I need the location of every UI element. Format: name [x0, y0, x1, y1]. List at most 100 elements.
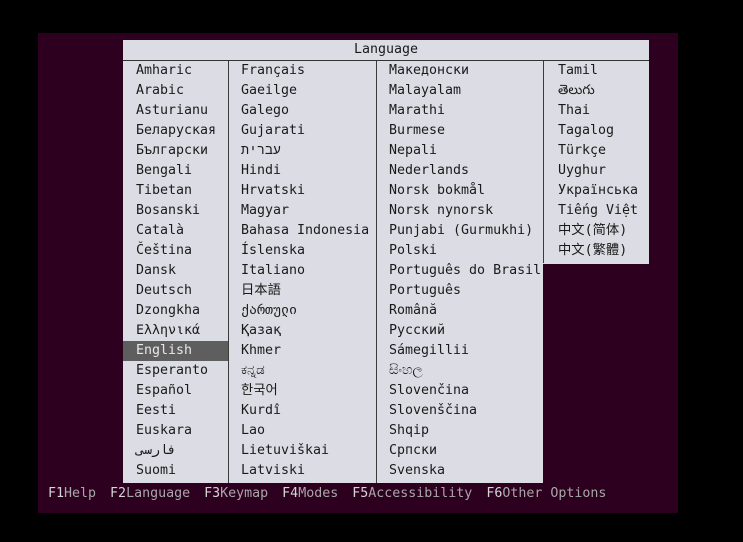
fkey-f3[interactable]: F3 Keymap: [204, 486, 268, 502]
language-option[interactable]: Punjabi (Gurmukhi): [376, 221, 543, 241]
fkey-label: F1: [48, 486, 65, 501]
language-option[interactable]: Gaeilge: [228, 81, 376, 101]
language-option[interactable]: Slovenščina: [376, 401, 543, 421]
language-option[interactable]: Lao: [228, 421, 376, 441]
language-option[interactable]: Galego: [228, 101, 376, 121]
language-option[interactable]: Uyghur: [543, 161, 649, 181]
fkey-action: Keymap: [220, 486, 269, 501]
language-option[interactable]: Arabic: [123, 81, 228, 101]
fkey-action: Help: [64, 486, 97, 501]
language-option[interactable]: Français: [228, 61, 376, 81]
language-option[interactable]: Hrvatski: [228, 181, 376, 201]
language-option[interactable]: Lietuviškai: [228, 441, 376, 461]
language-option[interactable]: Српски: [376, 441, 543, 461]
fkey-f5[interactable]: F5 Accessibility: [352, 486, 472, 502]
language-option[interactable]: ಕನ್ನಡ: [228, 361, 376, 381]
fkey-label: F2: [110, 486, 127, 501]
language-option[interactable]: Magyar: [228, 201, 376, 221]
language-option[interactable]: Hindi: [228, 161, 376, 181]
language-option[interactable]: Nepali: [376, 141, 543, 161]
language-option[interactable]: Norsk nynorsk: [376, 201, 543, 221]
language-option[interactable]: Kurdî: [228, 401, 376, 421]
language-option[interactable]: Українська: [543, 181, 649, 201]
language-option[interactable]: Dzongkha: [123, 301, 228, 321]
language-option[interactable]: Deutsch: [123, 281, 228, 301]
language-column-3: Македонски Malayalam Marathi Burmese Nepali N…: [376, 61, 543, 483]
language-option[interactable]: Esperanto: [123, 361, 228, 381]
language-option[interactable]: Македонски: [376, 61, 543, 81]
language-option[interactable]: Ελληνικά: [123, 321, 228, 341]
language-option[interactable]: Euskara: [123, 421, 228, 441]
fkey-f1[interactable]: F1 Help: [48, 486, 96, 502]
language-option[interactable]: Italiano: [228, 261, 376, 281]
language-column-4: Tamil తెలుగు Thai Tagalog Türkçe Uyghur Україн…: [543, 61, 649, 264]
language-option[interactable]: Marathi: [376, 101, 543, 121]
language-option[interactable]: Slovenčina: [376, 381, 543, 401]
language-option[interactable]: فارسی: [123, 441, 228, 461]
language-option[interactable]: Svenska: [376, 461, 543, 481]
language-option[interactable]: Türkçe: [543, 141, 649, 161]
fkey-action: Language: [126, 486, 191, 501]
empty-area: [543, 264, 649, 483]
language-option[interactable]: Nederlands: [376, 161, 543, 181]
language-option[interactable]: Malayalam: [376, 81, 543, 101]
dialog-title: Language: [353, 42, 419, 57]
language-option[interactable]: Amharic: [123, 61, 228, 81]
language-option[interactable]: 中文(繁體): [543, 241, 649, 261]
fkey-f6[interactable]: F6 Other Options: [486, 486, 606, 502]
language-option[interactable]: Asturianu: [123, 101, 228, 121]
language-option[interactable]: עברית: [228, 141, 376, 161]
language-option[interactable]: Íslenska: [228, 241, 376, 261]
language-option[interactable]: Català: [123, 221, 228, 241]
language-option[interactable]: Burmese: [376, 121, 543, 141]
language-option[interactable]: Tamil: [543, 61, 649, 81]
language-option[interactable]: Shqip: [376, 421, 543, 441]
language-option[interactable]: 中文(简体): [543, 221, 649, 241]
language-option[interactable]: Polski: [376, 241, 543, 261]
fkey-action: Accessibility: [368, 486, 473, 501]
language-option[interactable]: Eesti: [123, 401, 228, 421]
language-option[interactable]: Español: [123, 381, 228, 401]
boot-screen: Language Amharic Arabic Asturianu Беларуска…: [38, 33, 678, 513]
language-option[interactable]: Қазақ: [228, 321, 376, 341]
fkey-f2[interactable]: F2 Language: [110, 486, 190, 502]
function-key-bar: F1 Help F2 Language F3 Keymap F4 Modes F5 Ac…: [48, 486, 620, 502]
language-option[interactable]: Sámegillii: [376, 341, 543, 361]
language-option[interactable]: Khmer: [228, 341, 376, 361]
language-option[interactable]: Latviski: [228, 461, 376, 481]
language-option[interactable]: Čeština: [123, 241, 228, 261]
language-option[interactable]: 한국어: [228, 381, 376, 401]
language-option[interactable]: Tibetan: [123, 181, 228, 201]
language-option[interactable]: Беларуская: [123, 121, 228, 141]
language-option[interactable]: සිංහල: [376, 361, 543, 381]
fkey-label: F6: [486, 486, 503, 501]
fkey-label: F5: [352, 486, 369, 501]
language-option[interactable]: Norsk bokmål: [376, 181, 543, 201]
language-option[interactable]: Български: [123, 141, 228, 161]
language-column-1: Amharic Arabic Asturianu Беларуская Българск…: [123, 61, 228, 483]
language-option[interactable]: Português: [376, 281, 543, 301]
language-dialog: Language Amharic Arabic Asturianu Беларуска…: [123, 40, 649, 483]
language-option[interactable]: Română: [376, 301, 543, 321]
language-option[interactable]: Thai: [543, 101, 649, 121]
language-option[interactable]: Dansk: [123, 261, 228, 281]
language-option[interactable]: Bosanski: [123, 201, 228, 221]
language-option[interactable]: Tiếng Việt: [543, 201, 649, 221]
fkey-action: Other Options: [502, 486, 607, 501]
language-option[interactable]: 日本語: [228, 281, 376, 301]
language-option[interactable]: Bengali: [123, 161, 228, 181]
language-option-selected[interactable]: English: [123, 341, 228, 361]
language-option[interactable]: Русский: [376, 321, 543, 341]
fkey-label: F4: [282, 486, 299, 501]
fkey-f4[interactable]: F4 Modes: [282, 486, 338, 502]
fkey-action: Modes: [298, 486, 339, 501]
language-option[interactable]: Bahasa Indonesia: [228, 221, 376, 241]
language-option[interactable]: తెలుగు: [543, 81, 649, 101]
language-option[interactable]: Suomi: [123, 461, 228, 481]
fkey-label: F3: [204, 486, 221, 501]
language-column-2: Français Gaeilge Galego Gujarati עברית Hindi H…: [228, 61, 376, 483]
language-option[interactable]: Tagalog: [543, 121, 649, 141]
language-option[interactable]: ქართული: [228, 301, 376, 321]
language-option[interactable]: Português do Brasil: [376, 261, 543, 281]
language-option[interactable]: Gujarati: [228, 121, 376, 141]
